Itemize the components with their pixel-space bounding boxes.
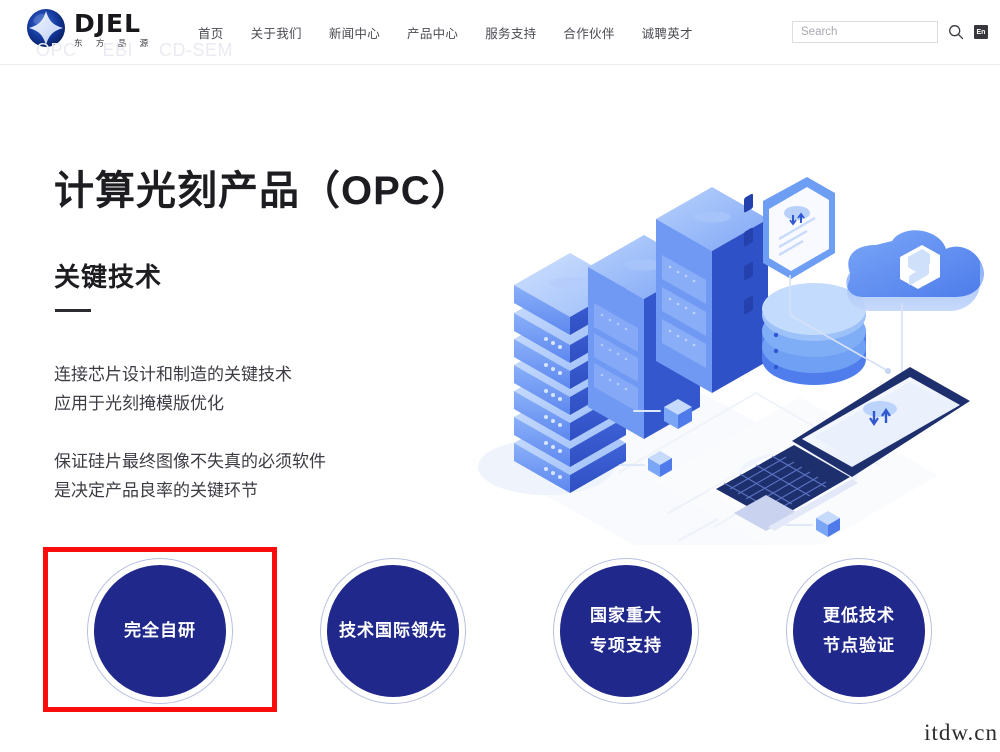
watermark-text: itdw.cn xyxy=(924,720,998,745)
nav-home[interactable]: 首页 xyxy=(198,23,224,42)
nav-news[interactable]: 新闻中心 xyxy=(329,23,380,42)
feature-label-line-1: 更低技术 xyxy=(823,606,895,625)
search-area: En xyxy=(792,21,988,43)
site-logo[interactable]: DJEL 东 方 晶 源 xyxy=(26,8,154,48)
nav-careers[interactable]: 诚聘英才 xyxy=(642,23,693,42)
logo-text: DJEL 东 方 晶 源 xyxy=(74,9,154,48)
paragraph-2-line-1: 保证硅片最终图像不失真的必须软件 xyxy=(54,452,326,471)
nav-about[interactable]: 关于我们 xyxy=(251,23,302,42)
circle-inner-fill: 更低技术 节点验证 xyxy=(793,565,925,697)
feature-label-line-1: 完全自研 xyxy=(124,621,196,640)
feature-circle-row: 完全自研 技术国际领先 国家重大 专项支持 更低技术 节点验证 xyxy=(0,558,1000,708)
feature-world-leading[interactable]: 技术国际领先 xyxy=(320,558,466,704)
page-title: 计算光刻产品（OPC） xyxy=(54,169,472,213)
search-input[interactable] xyxy=(792,21,938,43)
circle-inner-fill: 技术国际领先 xyxy=(327,565,459,697)
feature-label-line-1: 国家重大 xyxy=(590,606,662,625)
isometric-datacenter-illustration xyxy=(468,175,1000,591)
paragraph-1-line-1: 连接芯片设计和制造的关键技术 xyxy=(54,365,292,384)
page-root: DJEL 东 方 晶 源 OPC EBI CD-SEM 首页 关于我们 新闻中心… xyxy=(0,0,1000,752)
logo-wordmark: DJEL xyxy=(74,8,142,38)
paragraph-1-line-2: 应用于光刻掩模版优化 xyxy=(54,394,224,413)
main-navigation: 首页 关于我们 新闻中心 产品中心 服务支持 合作伙伴 诚聘英才 xyxy=(198,0,693,64)
feature-label-line-1: 技术国际领先 xyxy=(339,621,447,640)
feature-national-support[interactable]: 国家重大 专项支持 xyxy=(553,558,699,704)
search-icon[interactable] xyxy=(948,24,964,40)
title-underline-divider xyxy=(55,309,91,312)
circle-inner-fill: 国家重大 专项支持 xyxy=(560,565,692,697)
feature-self-developed[interactable]: 完全自研 xyxy=(87,558,233,704)
circle-inner-fill: 完全自研 xyxy=(94,565,226,697)
section-subtitle: 关键技术 xyxy=(54,262,163,292)
globe-sphere-icon xyxy=(26,8,66,48)
nav-support[interactable]: 服务支持 xyxy=(485,23,536,42)
server-rack-tall xyxy=(656,187,768,393)
paragraph-2-line-2: 是决定产品良率的关键环节 xyxy=(54,481,258,500)
nav-products[interactable]: 产品中心 xyxy=(407,23,458,42)
nav-partners[interactable]: 合作伙伴 xyxy=(563,23,614,42)
feature-label-line-2: 节点验证 xyxy=(823,636,895,655)
language-toggle-button[interactable]: En xyxy=(974,25,988,39)
logo-chinese-name: 东 方 晶 源 xyxy=(74,37,154,48)
tablet-device xyxy=(763,177,835,279)
cloud-storage-icon xyxy=(846,230,984,311)
feature-lower-node[interactable]: 更低技术 节点验证 xyxy=(786,558,932,704)
site-header: DJEL 东 方 晶 源 OPC EBI CD-SEM 首页 关于我们 新闻中心… xyxy=(0,0,1000,65)
description-paragraph-1: 连接芯片设计和制造的关键技术 应用于光刻掩模版优化 xyxy=(54,360,292,418)
description-paragraph-2: 保证硅片最终图像不失真的必须软件 是决定产品良率的关键环节 xyxy=(54,447,326,505)
feature-label-line-2: 专项支持 xyxy=(590,636,662,655)
